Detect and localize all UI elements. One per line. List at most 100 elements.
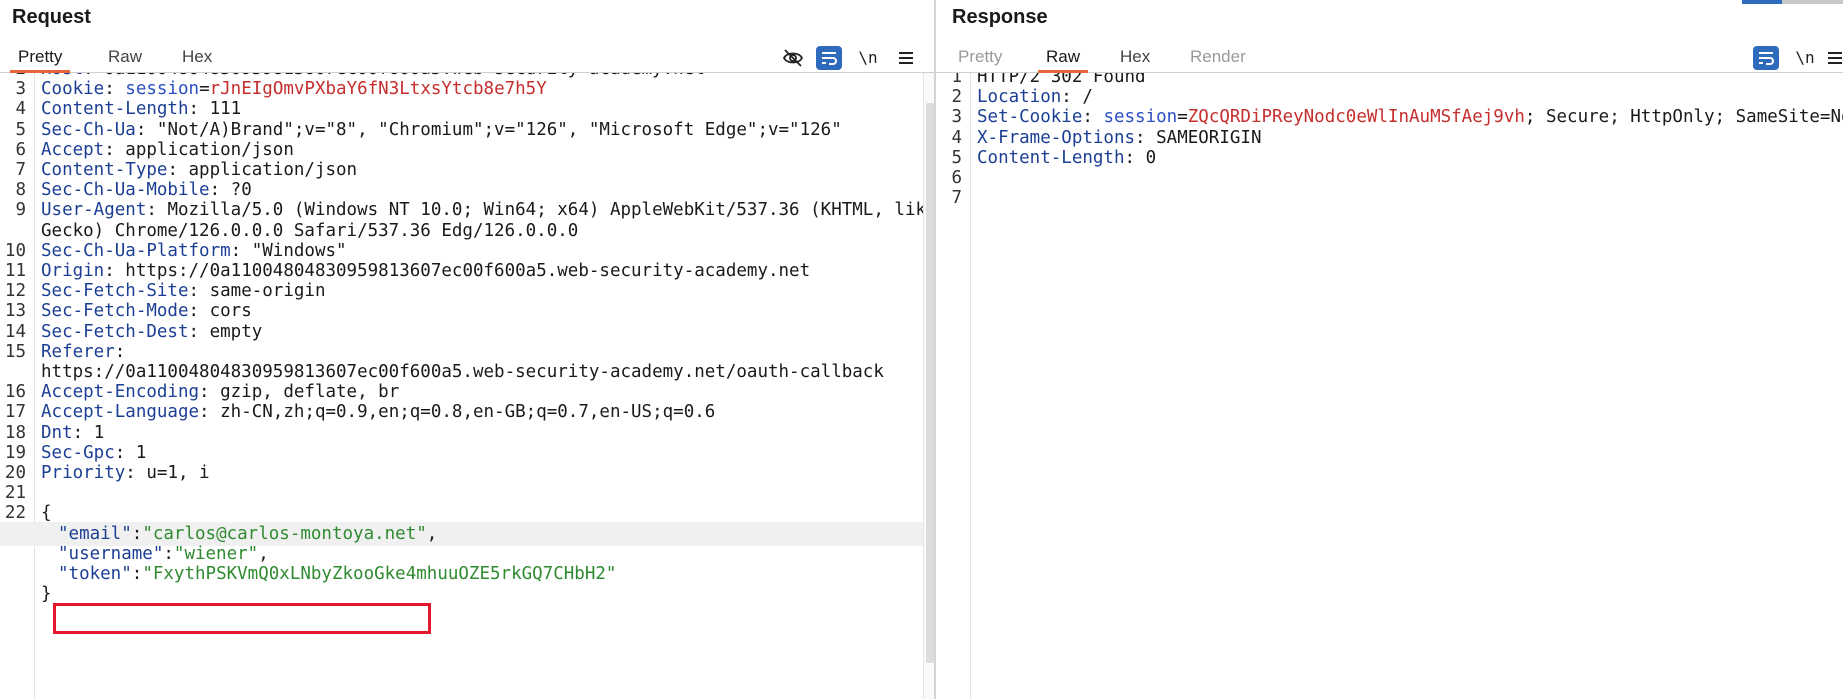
response-tabs: Pretty Raw Hex Render \n [936, 42, 1843, 73]
header-name: X-Frame-Options [977, 127, 1136, 148]
header-colon: : [125, 463, 147, 483]
layout-toggle[interactable] [1782, 0, 1843, 4]
header-name: Accept-Language [41, 402, 200, 423]
json-colon: : [131, 564, 143, 584]
cookie-equals: = [199, 79, 210, 100]
header-value: ?0 [230, 180, 252, 201]
cookie-attributes: ; Secure; HttpOnly; SameSite=None [1524, 107, 1843, 128]
response-tab-raw[interactable]: Raw [1038, 44, 1089, 73]
header-name: Dnt [41, 422, 73, 443]
json-value: "wiener" [173, 543, 259, 564]
json-key: "username" [58, 543, 164, 564]
header-colon: : [199, 382, 221, 403]
json-value: "FxythPSKVmQ0xLNbyZkooGke4mhuuOZE5rkGQ7C… [142, 564, 617, 584]
header-colon: : [114, 341, 136, 362]
header-name: Origin [41, 261, 105, 281]
menu-icon[interactable] [893, 46, 919, 70]
wrap-icon[interactable] [816, 46, 842, 70]
header-name: Content-Length [41, 99, 189, 120]
email-highlight-box [53, 603, 431, 634]
response-tab-hex[interactable]: Hex [1112, 44, 1158, 70]
header-name: Sec-Ch-Ua-Mobile [41, 180, 210, 201]
json-trail: , [258, 543, 269, 564]
cookie-value: rJnEIgOmvPXbaY6fN3LtxsYtcb8e7h5Y [209, 79, 547, 100]
header-name: Accept [41, 139, 105, 160]
response-editor[interactable]: 1 HTTP/2 302 Found 2 Location: /3 Set-Cookie… [936, 73, 1843, 699]
header-colon: : [167, 160, 189, 180]
menu-icon[interactable] [1826, 46, 1843, 70]
header-colon: : [1082, 107, 1104, 128]
header-value: same-origin [209, 281, 326, 302]
line-number: 7 [951, 188, 962, 209]
cookie-value: ZQcQRDiPReyNodc0eWlInAuMSfAej9vh [1187, 107, 1525, 128]
request-editor[interactable]: 2Host: 0a11004804830959813607ec00f600a5.… [0, 73, 936, 699]
header-name: Content-Length [977, 147, 1125, 168]
header-colon: : [1061, 87, 1083, 108]
json-value: "carlos@carlos-montoya.net" [142, 523, 427, 544]
cookie-equals: = [1177, 107, 1188, 128]
request-tab-pretty[interactable]: Pretty [10, 44, 71, 73]
header-colon: : [199, 402, 221, 423]
header-name: Priority [41, 463, 126, 483]
header-colon: : [114, 442, 136, 463]
cookie-name: session [125, 79, 200, 100]
header-value: application/json [188, 160, 358, 180]
json-trail: , [426, 523, 438, 544]
header-colon: : [209, 180, 231, 201]
header-value: 111 [209, 99, 242, 120]
request-scroll-thumb[interactable] [926, 103, 934, 663]
header-value: SAMEORIGIN [1156, 127, 1262, 148]
header-name: Content-Type [41, 160, 168, 180]
response-pane: Response Pretty Raw Hex Render \n 1 HTTP/… [936, 0, 1843, 699]
header-colon: : [104, 139, 126, 160]
json-key: "token" [58, 564, 132, 584]
header-name: Cookie [41, 79, 105, 100]
json-colon: : [131, 523, 143, 544]
eye-off-icon[interactable] [780, 46, 806, 70]
request-tab-hex[interactable]: Hex [174, 44, 220, 70]
response-title: Response [952, 6, 1048, 28]
response-tab-pretty[interactable]: Pretty [950, 44, 1010, 70]
header-colon: : [135, 119, 157, 140]
header-colon: : [1124, 147, 1146, 168]
header-value: 1 [93, 422, 105, 443]
newline-toggle[interactable]: \n [855, 46, 881, 70]
cookie-name: session [1103, 107, 1178, 128]
header-name: User-Agent [41, 200, 147, 221]
wrap-icon[interactable] [1753, 46, 1779, 70]
editor-line: 7 [936, 186, 1843, 210]
header-name: Accept-Encoding [41, 382, 200, 403]
header-colon: : [1135, 127, 1157, 148]
header-value: u=1, i [146, 463, 210, 483]
header-colon: : [104, 261, 126, 281]
header-value: zh-CN,zh;q=0.9,en;q=0.8,en-GB;q=0.7,en-U… [220, 402, 716, 423]
header-value: gzip, deflate, br [220, 382, 400, 403]
header-colon: : [72, 422, 94, 443]
header-value: Mozilla/5.0 (Windows NT 10.0; Win64; x64… [167, 200, 936, 221]
header-value: application/json [125, 139, 294, 160]
request-title: Request [12, 6, 91, 28]
json-colon: : [163, 543, 174, 564]
layout-toggle-active[interactable] [1742, 0, 1782, 4]
header-value: empty [209, 321, 263, 342]
header-value: cors [209, 301, 252, 322]
header-value: https://0a11004804830959813607ec00f600a5… [125, 261, 811, 281]
header-name: Sec-Fetch-Dest [41, 321, 189, 342]
header-name: Location [977, 87, 1062, 108]
request-tab-raw[interactable]: Raw [100, 44, 150, 70]
header-value: "Not/A)Brand";v="8", "Chromium";v="126",… [156, 119, 842, 140]
header-name: Sec-Ch-Ua-Platform [41, 240, 231, 261]
json-key: "email" [58, 523, 132, 544]
header-name: Sec-Ch-Ua [41, 119, 136, 140]
header-colon: : [230, 240, 252, 261]
header-name: Sec-Fetch-Mode [41, 301, 189, 322]
header-colon: : [146, 200, 168, 221]
header-colon: : [188, 99, 210, 120]
response-tab-render[interactable]: Render [1182, 44, 1254, 70]
header-name: Referer [41, 341, 115, 362]
header-colon: : [188, 301, 210, 322]
newline-toggle[interactable]: \n [1792, 46, 1818, 70]
request-tabs: Pretty Raw Hex \n [0, 42, 936, 73]
header-colon: : [188, 281, 210, 302]
header-value: "Windows" [251, 240, 347, 261]
